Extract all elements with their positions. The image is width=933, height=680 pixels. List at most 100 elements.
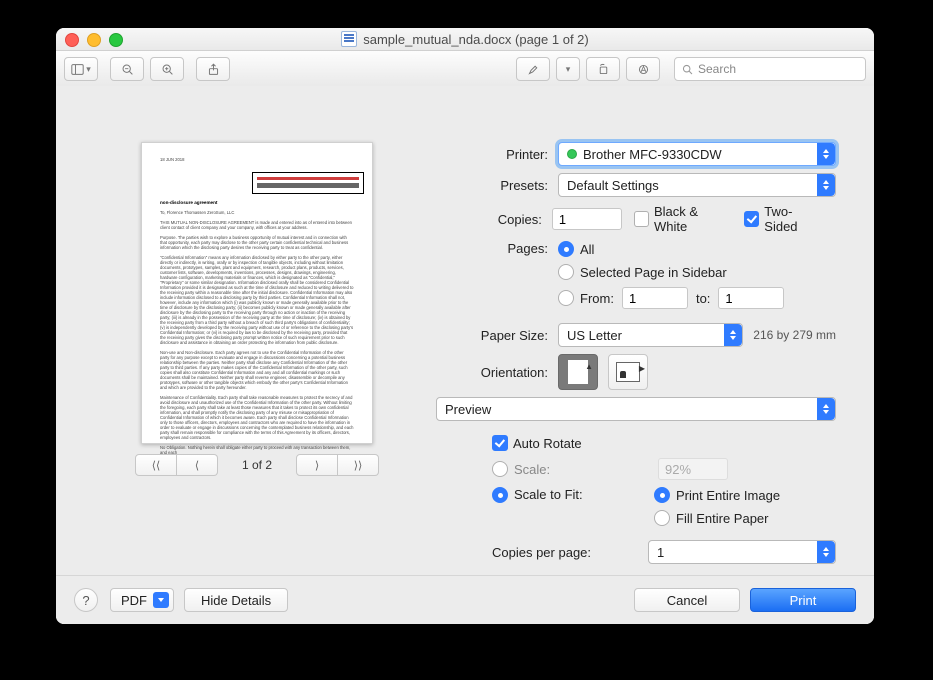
page-indicator: 1 of 2 xyxy=(242,458,272,472)
orientation-label: Orientation: xyxy=(436,365,558,380)
page-logo xyxy=(252,172,364,194)
search-icon xyxy=(681,63,694,76)
scale-input xyxy=(658,458,728,480)
two-sided-checkbox[interactable] xyxy=(744,211,759,227)
print-entire-image-radio[interactable] xyxy=(654,487,670,503)
pages-selected-radio[interactable] xyxy=(558,264,574,280)
copies-per-page-value: 1 xyxy=(657,545,664,560)
two-sided-label: Two-Sided xyxy=(764,204,822,234)
presets-value: Default Settings xyxy=(567,178,659,193)
pages-label: Pages: xyxy=(436,241,558,256)
sidebar-icon xyxy=(71,63,84,76)
print-options: Printer: Brother MFC-9330CDW Presets: De… xyxy=(436,142,836,571)
chevron-down-icon xyxy=(153,592,169,608)
app-panel-value: Preview xyxy=(445,402,491,417)
presets-label: Presets: xyxy=(436,178,558,193)
pages-to-label: to: xyxy=(696,291,710,306)
scale-to-fit-label: Scale to Fit: xyxy=(514,487,654,502)
printer-status-icon xyxy=(567,149,577,159)
next-page-button[interactable]: ⟩ xyxy=(296,454,338,476)
orientation-landscape-button[interactable]: ▶ xyxy=(608,354,648,390)
help-button[interactable]: ? xyxy=(74,588,98,612)
search-placeholder: Search xyxy=(698,62,736,76)
select-arrows-icon xyxy=(817,174,835,196)
black-white-label: Black & White xyxy=(654,204,730,234)
print-dialog-window: sample_mutual_nda.docx (page 1 of 2) ▾ xyxy=(56,28,874,624)
share-button[interactable] xyxy=(196,57,230,81)
paper-size-value: US Letter xyxy=(567,328,622,343)
cancel-button[interactable]: Cancel xyxy=(634,588,740,612)
pages-from-input[interactable] xyxy=(622,287,688,309)
window-title-text: sample_mutual_nda.docx (page 1 of 2) xyxy=(363,32,588,47)
fill-entire-paper-label: Fill Entire Paper xyxy=(676,511,768,526)
auto-rotate-checkbox[interactable] xyxy=(492,435,508,451)
share-icon xyxy=(207,63,220,76)
printer-select[interactable]: Brother MFC-9330CDW xyxy=(558,142,836,166)
markup-icon xyxy=(637,63,650,76)
paper-dimensions: 216 by 279 mm xyxy=(753,328,836,342)
pdf-label: PDF xyxy=(121,593,147,608)
highlight-menu-button[interactable]: ▾ xyxy=(556,57,580,81)
sidebar-toggle-button[interactable]: ▾ xyxy=(64,57,98,81)
window-title: sample_mutual_nda.docx (page 1 of 2) xyxy=(341,31,588,47)
document-icon xyxy=(341,31,357,47)
pages-selected-label: Selected Page in Sidebar xyxy=(580,265,727,280)
highlighter-icon xyxy=(527,63,540,76)
close-window-button[interactable] xyxy=(65,33,79,47)
last-page-button[interactable]: ⟩⟩ xyxy=(338,454,379,476)
scale-radio[interactable] xyxy=(492,461,508,477)
search-field[interactable]: Search xyxy=(674,57,866,81)
auto-rotate-label: Auto Rotate xyxy=(513,436,582,451)
zoom-window-button[interactable] xyxy=(109,33,123,47)
orientation-portrait-button[interactable]: ▲ xyxy=(558,354,598,390)
black-white-checkbox[interactable] xyxy=(634,211,649,227)
zoom-in-icon xyxy=(161,63,174,76)
scale-to-fit-radio[interactable] xyxy=(492,487,508,503)
rotate-icon xyxy=(597,63,610,76)
print-entire-image-label: Print Entire Image xyxy=(676,488,780,503)
pages-from-label: From: xyxy=(580,291,614,306)
prev-page-button[interactable]: ⟨ xyxy=(177,454,218,476)
toolbar: ▾ ▾ xyxy=(56,51,874,88)
window-controls xyxy=(65,33,123,47)
copies-input[interactable] xyxy=(552,208,622,230)
pages-to-input[interactable] xyxy=(718,287,784,309)
copies-per-page-label: Copies per page: xyxy=(492,545,648,560)
titlebar: sample_mutual_nda.docx (page 1 of 2) xyxy=(56,28,874,51)
page-navigator: ⟨⟨ ⟨ 1 of 2 ⟩ ⟩⟩ xyxy=(102,454,412,476)
app-panel-select[interactable]: Preview xyxy=(436,397,836,421)
print-button[interactable]: Print xyxy=(750,588,856,612)
portrait-icon: ▲ xyxy=(568,360,588,384)
pages-range-radio[interactable] xyxy=(558,290,574,306)
pages-all-radio[interactable] xyxy=(558,241,574,257)
paper-size-select[interactable]: US Letter xyxy=(558,323,743,347)
copies-per-page-select[interactable]: 1 xyxy=(648,540,836,564)
first-page-button[interactable]: ⟨⟨ xyxy=(135,454,177,476)
printer-label: Printer: xyxy=(436,147,558,162)
page-preview: 18 JUN 2018 non-disclosure agreement To,… xyxy=(141,142,373,444)
fill-entire-paper-radio[interactable] xyxy=(654,510,670,526)
paper-size-label: Paper Size: xyxy=(436,328,558,343)
zoom-out-icon xyxy=(121,63,134,76)
select-arrows-icon xyxy=(724,324,742,346)
rotate-button[interactable] xyxy=(586,57,620,81)
zoom-in-button[interactable] xyxy=(150,57,184,81)
presets-select[interactable]: Default Settings xyxy=(558,173,836,197)
scale-label: Scale: xyxy=(514,462,602,477)
pages-all-label: All xyxy=(580,242,594,257)
zoom-out-button[interactable] xyxy=(110,57,144,81)
highlight-button[interactable] xyxy=(516,57,550,81)
select-arrows-icon xyxy=(817,541,835,563)
preview-panel: 18 JUN 2018 non-disclosure agreement To,… xyxy=(102,142,412,476)
bottom-bar: ? PDF Hide Details Cancel Print xyxy=(56,575,874,624)
hide-details-button[interactable]: Hide Details xyxy=(184,588,288,612)
printer-value: Brother MFC-9330CDW xyxy=(583,147,722,162)
dialog-body: 18 JUN 2018 non-disclosure agreement To,… xyxy=(56,86,874,624)
minimize-window-button[interactable] xyxy=(87,33,101,47)
pdf-menu-button[interactable]: PDF xyxy=(110,588,174,612)
copies-label: Copies: xyxy=(436,212,552,227)
select-arrows-icon xyxy=(817,143,835,165)
select-arrows-icon xyxy=(817,398,835,420)
landscape-icon: ▶ xyxy=(616,362,640,382)
markup-button[interactable] xyxy=(626,57,660,81)
